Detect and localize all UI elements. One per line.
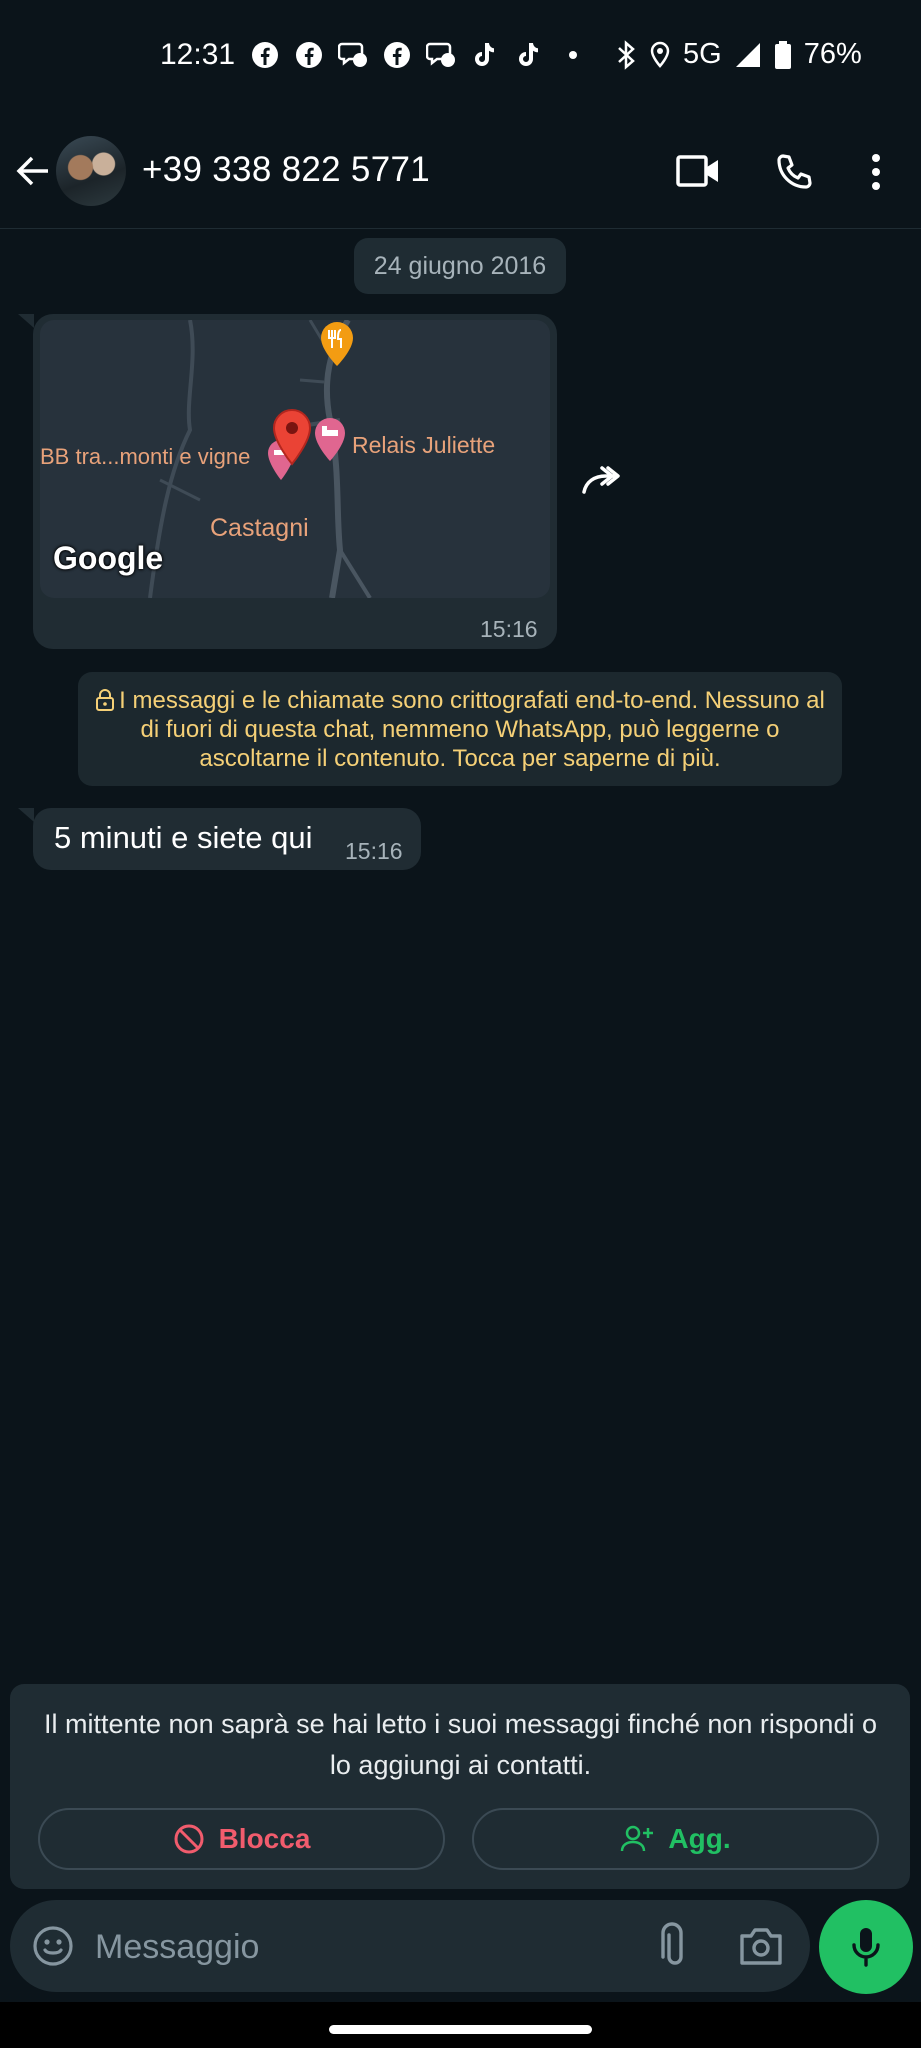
map-label-village: Castagni bbox=[210, 514, 309, 542]
block-icon bbox=[174, 1824, 204, 1854]
lock-icon bbox=[96, 688, 115, 711]
location-icon bbox=[650, 41, 670, 68]
status-time: 12:31 bbox=[160, 38, 236, 71]
voice-message-button[interactable] bbox=[819, 1900, 913, 1994]
bluetooth-icon bbox=[618, 39, 635, 70]
tiktok-icon bbox=[470, 40, 500, 70]
facebook-icon bbox=[294, 40, 324, 70]
date-chip: 24 giugno 2016 bbox=[354, 238, 566, 294]
microphone-icon bbox=[852, 1928, 880, 1967]
contact-avatar[interactable] bbox=[56, 136, 126, 206]
message-input[interactable]: Messaggio bbox=[95, 1928, 259, 1967]
map-label-bb: BB tra...monti e vigne bbox=[40, 444, 251, 469]
system-status: 5G 76% bbox=[615, 38, 862, 71]
network-type: 5G bbox=[683, 38, 722, 70]
more-options-icon[interactable] bbox=[869, 152, 883, 192]
restaurant-marker-icon bbox=[321, 322, 353, 366]
battery-level: 76% bbox=[803, 38, 862, 70]
status-bar: 12:31 5G 76% bbox=[0, 0, 921, 118]
dot-icon bbox=[558, 40, 588, 70]
add-person-icon bbox=[621, 1825, 654, 1852]
messenger-icon bbox=[338, 40, 368, 70]
message-time: 15:16 bbox=[345, 838, 403, 864]
battery-icon bbox=[774, 40, 791, 69]
encryption-notice[interactable]: I messaggi e le chiamate sono crittograf… bbox=[78, 672, 842, 786]
emoji-icon[interactable] bbox=[32, 1925, 74, 1967]
map-label-relais: Relais Juliette bbox=[352, 432, 496, 458]
messenger-icon bbox=[426, 40, 456, 70]
location-pin-icon bbox=[272, 408, 312, 466]
bubble-tail bbox=[18, 808, 34, 822]
contact-name[interactable]: +39 338 822 5771 bbox=[142, 150, 430, 190]
add-contact-label: Agg. bbox=[668, 1823, 731, 1854]
map-attribution: Google bbox=[53, 540, 164, 576]
block-button[interactable]: Blocca bbox=[38, 1808, 445, 1870]
encryption-notice-text: I messaggi e le chiamate sono crittograf… bbox=[119, 686, 825, 772]
forward-icon[interactable] bbox=[578, 462, 626, 502]
facebook-icon bbox=[250, 40, 280, 70]
bubble-tail bbox=[18, 314, 34, 328]
attach-icon[interactable] bbox=[654, 1922, 690, 1968]
message-text: 5 minuti e siete qui bbox=[54, 820, 313, 855]
hotel-marker-icon bbox=[315, 418, 345, 461]
facebook-icon bbox=[382, 40, 412, 70]
message-time: 15:16 bbox=[480, 616, 538, 642]
block-label: Blocca bbox=[218, 1823, 311, 1854]
voice-call-icon[interactable] bbox=[774, 152, 814, 192]
add-contact-button[interactable]: Agg. bbox=[472, 1808, 879, 1870]
back-arrow-icon[interactable] bbox=[14, 152, 52, 190]
unknown-sender-text: Il mittente non saprà se hai letto i suo… bbox=[44, 1709, 877, 1780]
tiktok-icon bbox=[514, 40, 544, 70]
gesture-nav-handle[interactable] bbox=[329, 2025, 592, 2034]
video-call-icon[interactable] bbox=[676, 154, 720, 188]
signal-icon bbox=[735, 42, 760, 67]
notification-icons bbox=[250, 40, 588, 70]
camera-icon[interactable] bbox=[738, 1925, 784, 1967]
